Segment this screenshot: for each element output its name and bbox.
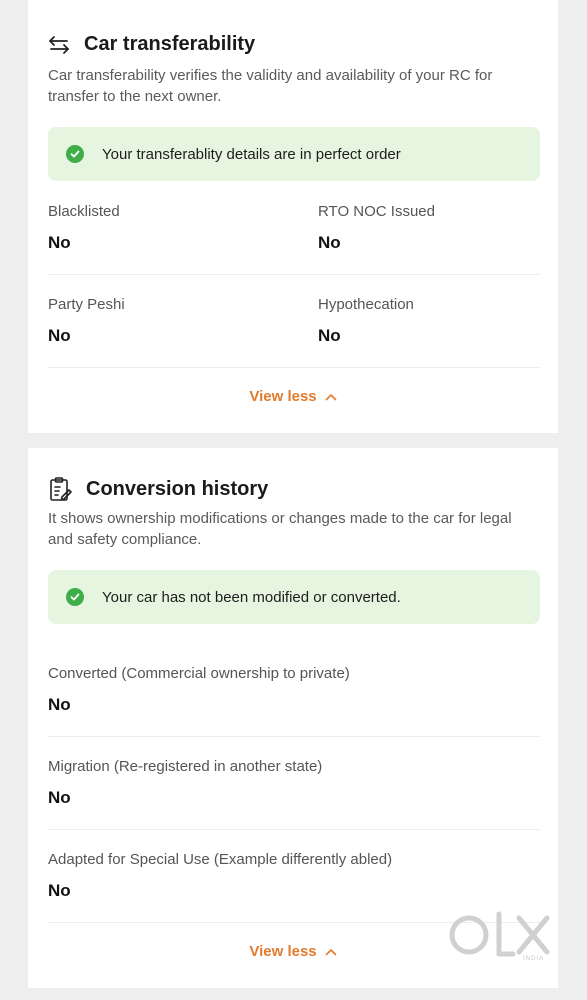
transferability-description: Car transferability verifies the validit… xyxy=(48,67,493,105)
field-label: RTO NOC Issued xyxy=(318,203,435,220)
olx-watermark: INDIA xyxy=(445,908,555,963)
field-party-peshi: Party Peshi No xyxy=(48,296,125,346)
field-label: Hypothecation xyxy=(318,296,414,313)
field-label: Blacklisted xyxy=(48,203,120,220)
field-blacklisted: Blacklisted No xyxy=(48,203,120,253)
divider xyxy=(48,736,540,737)
chevron-up-icon xyxy=(317,943,337,960)
check-circle-icon xyxy=(66,588,84,606)
field-label: Party Peshi xyxy=(48,296,125,313)
field-converted: Converted (Commercial ownership to priva… xyxy=(48,665,350,715)
divider xyxy=(48,829,540,830)
field-adapted-special-use: Adapted for Special Use (Example differe… xyxy=(48,851,392,901)
field-value: No xyxy=(48,881,71,900)
field-value: No xyxy=(48,326,71,345)
field-value: No xyxy=(318,326,341,345)
transfer-arrows-icon xyxy=(48,34,70,56)
transferability-card: Car transferability Car transferability … xyxy=(28,0,558,433)
conversion-status-text: Your car has not been modified or conver… xyxy=(102,588,401,606)
field-migration: Migration (Re-registered in another stat… xyxy=(48,758,322,808)
conversion-history-card: Conversion history It shows ownership mo… xyxy=(28,448,558,988)
view-less-button[interactable]: View less xyxy=(28,388,558,405)
view-less-label: View less xyxy=(249,943,317,960)
field-value: No xyxy=(318,233,341,252)
field-label: Converted (Commercial ownership to priva… xyxy=(48,665,350,682)
clipboard-edit-icon xyxy=(48,476,72,502)
check-circle-icon xyxy=(66,145,84,163)
watermark-region: INDIA xyxy=(523,956,545,962)
divider xyxy=(48,274,540,275)
transferability-title: Car transferability xyxy=(84,33,256,55)
divider xyxy=(48,367,540,368)
transferability-status-banner: Your transferablity details are in perfe… xyxy=(48,127,540,181)
view-less-label: View less xyxy=(249,388,317,405)
conversion-header: Conversion history xyxy=(48,476,268,502)
field-label: Adapted for Special Use (Example differe… xyxy=(48,851,393,868)
conversion-status-banner: Your car has not been modified or conver… xyxy=(48,570,540,624)
transferability-header: Car transferability xyxy=(48,33,255,56)
field-value: No xyxy=(48,695,71,714)
field-hypothecation: Hypothecation No xyxy=(318,296,414,346)
field-value: No xyxy=(48,233,71,252)
conversion-description: It shows ownership modifications or chan… xyxy=(48,510,512,548)
conversion-title: Conversion history xyxy=(86,477,269,500)
field-value: No xyxy=(48,788,71,807)
field-rto-noc-issued: RTO NOC Issued No xyxy=(318,203,435,253)
chevron-up-icon xyxy=(317,388,337,405)
field-label: Migration (Re-registered in another stat… xyxy=(48,758,323,775)
transferability-status-text: Your transferablity details are in perfe… xyxy=(102,145,401,163)
